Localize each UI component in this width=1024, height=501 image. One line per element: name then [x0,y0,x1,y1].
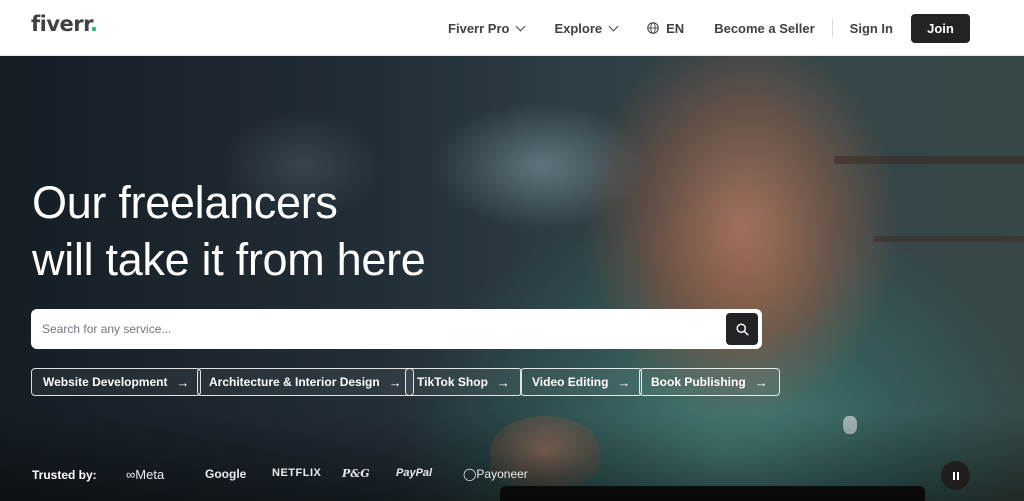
chevron-down-icon [608,21,619,31]
search-button[interactable] [726,313,758,345]
chip-label: Architecture & Interior Design [209,375,380,389]
search-input[interactable] [42,309,722,349]
pause-icon [952,467,960,485]
chip-label: TikTok Shop [417,375,488,389]
logo-text: fiverr [31,12,91,36]
headline-line-2: will take it from here [32,234,426,285]
top-header: fiverr. Fiverr Pro Explore EN Become a S… [0,0,1024,56]
chip-label: Video Editing [532,375,609,389]
nav-language[interactable]: EN [647,21,684,36]
chevron-down-icon [516,21,526,31]
chip-video-editing[interactable]: Video Editing → [520,368,643,396]
nav-fiverr-pro-label: Fiverr Pro [448,20,510,36]
join-button[interactable]: Join [911,13,970,43]
arrow-right-icon: → [754,374,768,390]
payoneer-logo: ◯Payoneer [463,467,528,481]
nav-explore-label: Explore [554,20,603,36]
paypal-logo: PayPal [396,467,433,479]
globe-icon [647,22,659,34]
pause-video-button[interactable] [941,461,970,490]
nav-fiverr-pro[interactable]: Fiverr Pro [448,20,526,36]
logo-dot: . [90,12,98,36]
nav-language-label: EN [666,20,685,36]
fiverr-logo[interactable]: fiverr. [31,12,98,36]
google-logo: Google [205,467,247,481]
headline-line-1: Our freelancers [32,177,338,228]
chip-architecture-interior-design[interactable]: Architecture & Interior Design → [197,368,414,396]
meta-logo: ∞Meta [126,467,165,482]
chip-label: Website Development [43,375,168,389]
arrow-right-icon: → [388,374,402,390]
nav-explore[interactable]: Explore [554,20,619,36]
search-icon [735,322,749,336]
hero-bottom-gradient [0,411,1024,501]
chip-tiktok-shop[interactable]: TikTok Shop → [405,368,522,396]
nav-divider [831,19,833,37]
search-bar [31,309,762,349]
arrow-right-icon: → [176,374,190,390]
arrow-right-icon: → [496,374,510,390]
hero-headline: Our freelancers will take it from here [32,174,426,288]
nav-become-seller[interactable]: Become a Seller [714,21,814,36]
nav-become-seller-label: Become a Seller [714,20,815,36]
chip-book-publishing[interactable]: Book Publishing → [639,368,780,396]
nav-sign-in[interactable]: Sign In [850,21,893,36]
chip-website-development[interactable]: Website Development → [31,368,202,396]
main-nav: Fiverr Pro Explore EN Become a Seller Si… [448,0,970,56]
pg-logo: P&G [342,467,370,480]
trusted-by-label: Trusted by: [32,468,97,482]
hero-section: Our freelancers will take it from here W… [0,56,1024,501]
chip-label: Book Publishing [651,375,746,389]
arrow-right-icon: → [617,374,631,390]
netflix-logo: NETFLIX [272,467,322,479]
nav-sign-in-label: Sign In [849,20,893,36]
